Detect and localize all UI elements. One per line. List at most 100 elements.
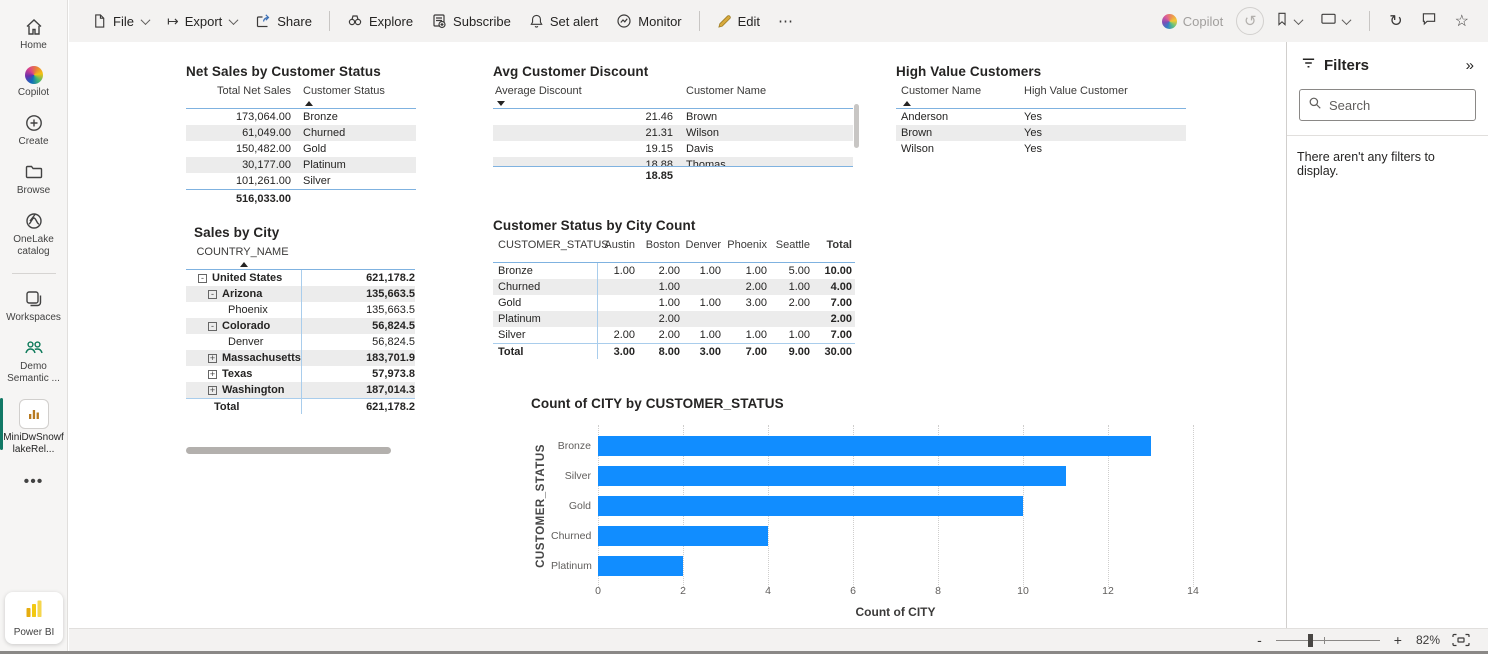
subscribe-icon (431, 13, 447, 29)
table-row[interactable]: 150,482.00Gold (186, 141, 416, 157)
column-header[interactable]: Customer Name (896, 85, 1024, 106)
column-header[interactable]: Seattle (767, 239, 810, 253)
zoom-out-button[interactable]: - (1255, 633, 1264, 647)
column-header[interactable]: Average Discount (493, 85, 673, 106)
cell-value: 1.00 (721, 329, 767, 341)
sidebar-item-copilot[interactable]: Copilot (0, 59, 68, 106)
subscribe-button[interactable]: Subscribe (422, 7, 520, 35)
visual-status-by-city-count: Customer Status by City Count CUSTOMER_S… (493, 218, 855, 359)
search-input[interactable] (1329, 98, 1459, 113)
set-alert-button[interactable]: Set alert (520, 7, 607, 35)
home-icon (24, 17, 44, 37)
more-options-button[interactable]: ⋯ (769, 6, 803, 36)
table-row[interactable]: 21.46Brown (493, 109, 853, 125)
table-row[interactable]: Platinum2.002.00 (493, 311, 855, 327)
table-row[interactable]: 19.15Davis (493, 141, 853, 157)
horizontal-scrollbar[interactable] (186, 447, 391, 454)
bookmarks-button[interactable] (1268, 5, 1309, 38)
zoom-slider[interactable] (1276, 633, 1380, 647)
table-row[interactable]: 61,049.00Churned (186, 125, 416, 141)
table-row[interactable]: Silver2.002.001.001.001.007.00 (493, 327, 855, 343)
more-options-icon: ⋯ (778, 12, 794, 30)
table-row[interactable]: WilsonYes (896, 141, 1186, 157)
fit-to-page-button[interactable] (1452, 633, 1470, 647)
reset-icon: ↺ (1244, 12, 1257, 30)
column-header[interactable]: Sum of SALES_AMOUN (295, 246, 415, 260)
filters-empty-message: There aren't any filters to display. (1287, 136, 1488, 178)
table-row[interactable]: Gold1.001.003.002.007.00 (493, 295, 855, 311)
table-row[interactable]: Total3.008.003.007.009.0030.00 (493, 343, 855, 359)
column-header[interactable]: CUSTOMER_STATUS (493, 239, 599, 253)
table-row[interactable]: Bronze1.002.001.001.005.0010.00 (493, 263, 855, 279)
column-header[interactable]: Customer Name (673, 85, 853, 99)
comments-button[interactable] (1414, 5, 1444, 37)
column-header[interactable]: Denver (680, 239, 721, 253)
bar-silver[interactable] (598, 466, 1066, 486)
column-header[interactable]: COUNTRY_NAME (186, 246, 295, 267)
copilot-icon (25, 66, 43, 84)
file-label: File (113, 14, 134, 29)
collapse-icon[interactable]: - (208, 290, 217, 299)
cell-value: 101,261.00 (186, 175, 291, 187)
table-row[interactable]: 21.31Wilson (493, 125, 853, 141)
sidebar-item-minidw-report[interactable]: MiniDwSnowflakeRel... (0, 392, 68, 463)
sidebar-more-icon[interactable]: ••• (24, 463, 44, 501)
table-row[interactable]: 101,261.00Silver (186, 173, 416, 189)
edit-button[interactable]: Edit (708, 8, 769, 35)
sidebar-item-browse[interactable]: Browse (0, 155, 68, 204)
column-header[interactable]: Austin (599, 239, 635, 253)
favorite-button[interactable]: ☆ (1448, 5, 1476, 37)
export-label: Export (185, 14, 223, 29)
bar-gold[interactable] (598, 496, 1023, 516)
column-header[interactable]: High Value Customer (1024, 85, 1186, 99)
sidebar-item-home[interactable]: Home (0, 10, 68, 59)
column-header[interactable]: Boston (635, 239, 680, 253)
zoom-slider-handle[interactable] (1308, 634, 1313, 647)
column-header[interactable]: Total (810, 239, 852, 253)
cell-label: Platinum (493, 313, 599, 325)
expand-icon[interactable]: + (208, 386, 217, 395)
table-row[interactable]: BrownYes (896, 125, 1186, 141)
table-row[interactable]: 18.88Thomas (493, 157, 853, 166)
refresh-button[interactable]: ↻ (1382, 5, 1409, 37)
vertical-scrollbar[interactable] (854, 104, 859, 148)
export-button[interactable]: ↦ Export (158, 7, 246, 36)
collapse-icon[interactable]: - (198, 274, 207, 283)
expand-icon[interactable]: + (208, 354, 217, 363)
expand-icon[interactable]: + (208, 370, 217, 379)
chevron-down-icon (141, 15, 151, 25)
table-row[interactable]: 173,064.00Bronze (186, 109, 416, 125)
cell-value: 150,482.00 (186, 143, 291, 155)
sidebar-item-create[interactable]: Create (0, 106, 68, 155)
cell-value: 2.00 (810, 313, 852, 325)
bar-bronze[interactable] (598, 436, 1151, 456)
file-button[interactable]: File (83, 7, 158, 35)
sidebar-item-demo-semantic[interactable]: Demo Semantic ... (0, 331, 68, 392)
collapse-pane-icon[interactable]: » (1464, 57, 1476, 74)
power-bi-logo[interactable]: Power BI (5, 592, 63, 644)
table-row[interactable]: 30,177.00Platinum (186, 157, 416, 173)
column-header[interactable]: Customer Status (291, 85, 416, 106)
bar-churned[interactable] (598, 526, 768, 546)
explore-button[interactable]: Explore (338, 7, 422, 35)
cell-value: Yes (1024, 111, 1186, 123)
plus-circle-icon (24, 113, 44, 133)
table-row[interactable]: Churned1.002.001.004.00 (493, 279, 855, 295)
monitor-button[interactable]: Monitor (607, 7, 690, 35)
sidebar-item-onelake-catalog[interactable]: OneLake catalog (0, 204, 68, 265)
view-mode-button[interactable] (1313, 5, 1357, 37)
reset-view-button[interactable]: ↺ (1236, 7, 1264, 35)
bar-platinum[interactable] (598, 556, 683, 576)
sidebar-item-label: Copilot (18, 87, 49, 99)
column-header[interactable]: Total Net Sales (186, 85, 291, 99)
search-icon (1308, 96, 1322, 115)
column-header[interactable]: Phoenix (721, 239, 767, 253)
x-tick-label: 8 (935, 585, 941, 597)
filters-search[interactable] (1299, 89, 1476, 121)
share-button[interactable]: Share (246, 7, 321, 35)
collapse-icon[interactable]: - (208, 322, 217, 331)
zoom-in-button[interactable]: + (1392, 633, 1404, 647)
table-row[interactable]: AndersonYes (896, 109, 1186, 125)
copilot-button[interactable]: Copilot (1153, 8, 1232, 35)
sidebar-item-workspaces[interactable]: Workspaces (0, 282, 68, 331)
